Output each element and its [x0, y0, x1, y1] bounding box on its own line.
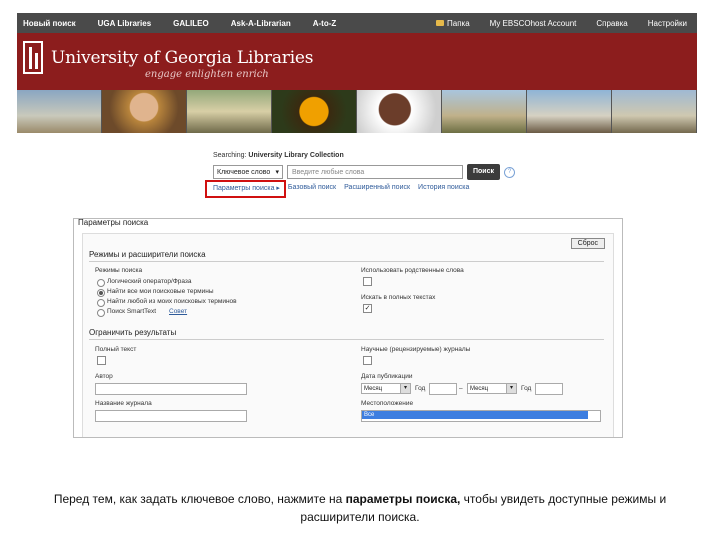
- campus-photo: [187, 90, 272, 133]
- campus-photo: [527, 90, 612, 133]
- date-range-dash: –: [459, 385, 463, 392]
- journal-title-input[interactable]: [95, 410, 247, 422]
- start-month-value: Месяц: [364, 386, 383, 392]
- mode-label-all-terms: Найти все мои поисковые термины: [107, 288, 214, 295]
- location-listbox[interactable]: Все: [361, 410, 601, 422]
- modes-heading: Режимы и расширители поиска: [89, 250, 604, 262]
- end-year-label: Год: [521, 385, 532, 392]
- modes-label: Режимы поиска: [95, 267, 143, 274]
- top-nav-bar: Новый поиск UGA Libraries GALILEO Ask-A-…: [17, 13, 697, 33]
- campus-photo: [442, 90, 527, 133]
- mode-label-boolean: Логический оператор/Фраза: [107, 278, 192, 285]
- search-input[interactable]: Введите любые слова: [287, 165, 463, 179]
- pub-date-start-year[interactable]: [429, 383, 457, 395]
- nav-preferences[interactable]: Настройки: [648, 19, 687, 28]
- nav-ask-a-librarian[interactable]: Ask-A-Librarian: [231, 19, 291, 28]
- search-row: Ключевое слово Введите любые слова Поиск…: [213, 164, 516, 180]
- search-button[interactable]: Поиск: [467, 164, 501, 180]
- photo-strip: [17, 90, 697, 133]
- nav-uga-libraries[interactable]: UGA Libraries: [98, 19, 152, 28]
- location-selected-option[interactable]: Все: [362, 411, 588, 419]
- caption-before: Перед тем, как задать ключевое слово, на…: [53, 492, 346, 506]
- nav-help[interactable]: Справка: [596, 19, 627, 28]
- search-field-select[interactable]: Ключевое слово: [213, 165, 283, 180]
- mode-label-smarttext: Поиск SmartText: [107, 308, 157, 315]
- help-icon[interactable]: ?: [504, 166, 516, 178]
- full-text-checkbox[interactable]: [97, 356, 106, 365]
- advanced-search-link[interactable]: Расширенный поиск: [344, 184, 410, 192]
- student-photo: [357, 90, 442, 133]
- student-photo: [102, 90, 187, 133]
- search-history-link[interactable]: История поиска: [418, 184, 469, 192]
- mode-radio-all-terms[interactable]: [97, 289, 105, 297]
- flower-photo: [272, 90, 357, 133]
- folder-icon: [436, 20, 445, 27]
- searching-collection: Searching: University Library Collection: [213, 152, 344, 159]
- mode-radio-smarttext[interactable]: [97, 309, 105, 317]
- nav-folder[interactable]: Папка: [436, 19, 470, 28]
- related-words-checkbox[interactable]: [363, 277, 372, 286]
- banner-tagline: engage enlighten enrich: [145, 69, 269, 80]
- library-banner: University of Georgia Libraries engage e…: [17, 33, 697, 90]
- pub-date-label: Дата публикации: [361, 373, 413, 380]
- journal-title-label: Название журнала: [95, 400, 152, 407]
- end-month-value: Месяц: [470, 386, 489, 392]
- chevron-down-icon: ▾: [400, 384, 410, 393]
- basic-search-link[interactable]: Базовый поиск: [288, 184, 336, 192]
- location-label: Местоположение: [361, 400, 414, 407]
- peer-reviewed-checkbox[interactable]: [363, 356, 372, 365]
- collection-name[interactable]: University Library Collection: [248, 152, 343, 159]
- limit-heading: Ограничить результаты: [89, 328, 604, 340]
- highlight-box: [205, 180, 286, 198]
- uga-arch-logo-icon: [23, 41, 43, 74]
- peer-reviewed-label: Научные (рецензируемые) журналы: [361, 346, 471, 353]
- smarttext-hint-link[interactable]: Совет: [169, 308, 187, 315]
- mode-radio-any-terms[interactable]: [97, 299, 105, 307]
- pub-date-end-year[interactable]: [535, 383, 563, 395]
- full-text-search-label: Искать в полных текстах: [361, 294, 436, 301]
- reset-button[interactable]: Сброс: [570, 238, 605, 249]
- chevron-down-icon: ▾: [506, 384, 516, 393]
- nav-new-search[interactable]: Новый поиск: [23, 19, 76, 28]
- banner-title[interactable]: University of Georgia Libraries: [51, 48, 314, 68]
- full-text-search-checkbox[interactable]: ✓: [363, 304, 372, 313]
- nav-my-account[interactable]: My EBSCOhost Account: [490, 19, 577, 28]
- nav-folder-label: Папка: [447, 18, 470, 28]
- full-text-label: Полный текст: [95, 346, 137, 353]
- author-input[interactable]: [95, 383, 247, 395]
- panel-content: Сброс Режимы и расширители поиска Режимы…: [82, 233, 614, 437]
- start-year-label: Год: [415, 385, 426, 392]
- campus-photo: [612, 90, 697, 133]
- nav-galileo[interactable]: GALILEO: [173, 19, 209, 28]
- author-label: Автор: [95, 373, 113, 380]
- pub-date-start-month[interactable]: Месяц ▾: [361, 383, 411, 394]
- pub-date-end-month[interactable]: Месяц ▾: [467, 383, 517, 394]
- search-options-panel: Параметры поиска Сброс Режимы и расширит…: [73, 218, 623, 438]
- campus-photo: [17, 90, 102, 133]
- caption-bold: параметры поиска,: [345, 492, 461, 506]
- related-words-label: Использовать родственные слова: [361, 267, 464, 274]
- nav-a-to-z[interactable]: A-to-Z: [313, 19, 337, 28]
- mode-label-any-terms: Найти любой из моих поисковых терминов: [107, 298, 237, 305]
- mode-radio-boolean[interactable]: [97, 279, 105, 287]
- searching-label: Searching:: [213, 152, 247, 159]
- slide-caption: Перед тем, как задать ключевое слово, на…: [20, 490, 700, 526]
- panel-title: Параметры поиска: [78, 218, 149, 227]
